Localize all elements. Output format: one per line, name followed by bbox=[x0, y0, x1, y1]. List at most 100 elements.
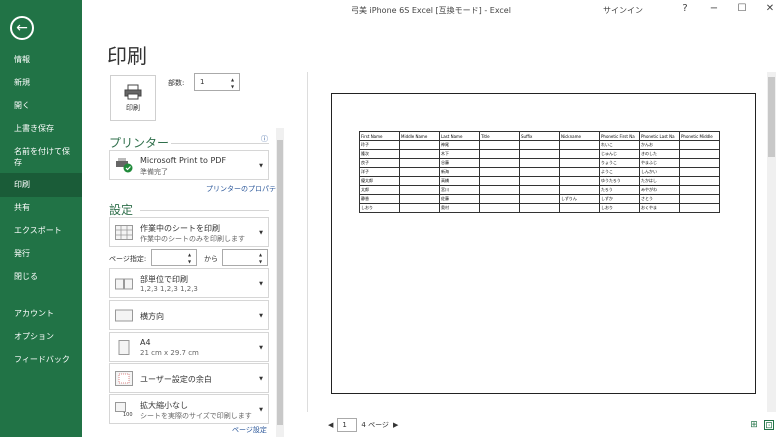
table-row: しおり 奥村 しおり おくやま bbox=[359, 203, 720, 213]
collate-sub: 1,2,3 1,2,3 1,2,3 bbox=[140, 285, 198, 293]
section-divider bbox=[140, 210, 269, 211]
paper-size-sub: 21 cm x 29.7 cm bbox=[140, 349, 199, 357]
copies-stepper[interactable]: 1 ▲ ▼ bbox=[194, 73, 240, 91]
help-button[interactable]: ? bbox=[677, 3, 693, 19]
restore-button[interactable]: ☐ bbox=[734, 3, 750, 19]
table-row: 良子 谷藤 りょうこ やまふじ bbox=[359, 158, 720, 168]
table-cell bbox=[479, 176, 520, 186]
table-cell: じゅんじ bbox=[599, 149, 640, 159]
table-cell bbox=[679, 158, 720, 168]
signin-link[interactable]: サインイン bbox=[603, 5, 643, 16]
table-cell: 木下 bbox=[439, 149, 480, 159]
table-cell: 佐藤 bbox=[439, 194, 480, 204]
table-cell bbox=[679, 194, 720, 204]
scaling-dropdown[interactable]: 100 拡大縮小なし シートを実際のサイズで印刷します ▼ bbox=[109, 394, 269, 424]
print-scope-dropdown[interactable]: 作業中のシートを印刷 作業中のシートのみを印刷します ▼ bbox=[109, 217, 269, 247]
spin-up-icon[interactable]: ▲ bbox=[188, 252, 194, 257]
nav-export[interactable]: エクスポート bbox=[0, 219, 82, 243]
settings-scrollbar[interactable] bbox=[276, 128, 284, 437]
next-page-icon[interactable]: ▶ bbox=[393, 421, 398, 429]
paper-size-dropdown[interactable]: A4 21 cm x 29.7 cm ▼ bbox=[109, 332, 269, 362]
table-cell: たろう bbox=[599, 185, 640, 195]
printer-properties-link[interactable]: プリンターのプロパティ bbox=[206, 184, 283, 194]
preview-scrollbar[interactable] bbox=[767, 72, 776, 412]
table-cell bbox=[519, 149, 560, 159]
page-number-input[interactable]: 1 bbox=[337, 418, 358, 432]
nav-info[interactable]: 情報 bbox=[0, 48, 82, 72]
table-cell bbox=[479, 167, 520, 177]
spin-down-icon[interactable]: ▼ bbox=[188, 259, 194, 264]
margins-dropdown[interactable]: ユーザー設定の余白 ▼ bbox=[109, 363, 269, 393]
table-cell bbox=[559, 185, 600, 195]
nav-publish[interactable]: 発行 bbox=[0, 242, 82, 266]
spin-down-icon[interactable]: ▼ bbox=[231, 84, 237, 89]
chevron-down-icon: ▼ bbox=[259, 230, 263, 236]
nav-close[interactable]: 閉じる bbox=[0, 265, 82, 289]
spin-up-icon[interactable]: ▲ bbox=[259, 252, 265, 257]
table-cell: しおり bbox=[359, 203, 400, 213]
print-button[interactable]: 印刷 bbox=[110, 75, 156, 121]
table-cell bbox=[679, 167, 720, 177]
table-cell bbox=[479, 194, 520, 204]
table-cell bbox=[479, 149, 520, 159]
table-cell: ゆうたろう bbox=[599, 176, 640, 186]
table-cell: 奥村 bbox=[439, 203, 480, 213]
print-scope-sub: 作業中のシートのみを印刷します bbox=[140, 235, 245, 243]
page-setup-link[interactable]: ページ設定 bbox=[232, 425, 267, 435]
pages-to-input[interactable]: ▲ ▼ bbox=[222, 249, 268, 266]
table-cell bbox=[479, 158, 520, 168]
spin-up-icon[interactable]: ▲ bbox=[231, 77, 237, 82]
nav-feedback[interactable]: フィードバック bbox=[0, 348, 82, 372]
table-cell: 静香 bbox=[359, 194, 400, 204]
table-cell bbox=[519, 203, 560, 213]
table-cell: さとう bbox=[639, 194, 680, 204]
pane-divider bbox=[307, 72, 308, 412]
header-cell: Phonetic Middle bbox=[679, 131, 720, 141]
landscape-page-icon bbox=[115, 309, 133, 322]
sheet-table: First Name Middle Name Last Name Title Suffi… bbox=[359, 131, 720, 213]
nav-open[interactable]: 開く bbox=[0, 94, 82, 118]
svg-text:100: 100 bbox=[123, 412, 133, 417]
table-row: 静香 佐藤 しずりん しずか さとう bbox=[359, 194, 720, 204]
table-cell: しずりん bbox=[559, 194, 600, 204]
nav-account[interactable]: アカウント bbox=[0, 302, 82, 326]
chevron-down-icon: ▼ bbox=[259, 163, 263, 169]
collate-dropdown[interactable]: 部単位で印刷 1,2,3 1,2,3 1,2,3 ▼ bbox=[109, 268, 269, 298]
table-cell: 太郎 bbox=[359, 185, 400, 195]
nav-save[interactable]: 上書き保存 bbox=[0, 117, 82, 141]
table-cell bbox=[559, 167, 600, 177]
sheet-header-row: First Name Middle Name Last Name Title Suffi… bbox=[359, 131, 720, 141]
table-cell bbox=[679, 140, 720, 150]
close-button[interactable]: ✕ bbox=[762, 3, 778, 19]
prev-page-icon[interactable]: ◀ bbox=[328, 421, 333, 429]
copies-label: 部数: bbox=[168, 79, 185, 87]
chevron-down-icon: ▼ bbox=[259, 407, 263, 413]
minimize-button[interactable]: − bbox=[706, 3, 722, 19]
nav-print[interactable]: 印刷 bbox=[0, 173, 82, 197]
table-cell: れいこ bbox=[599, 140, 640, 150]
chevron-down-icon: ▼ bbox=[259, 376, 263, 382]
orientation-dropdown[interactable]: 横方向 ▼ bbox=[109, 300, 269, 330]
table-row: 洋子 新海 ようこ しんかい bbox=[359, 167, 720, 177]
nav-save-as[interactable]: 名前を付けて保存 bbox=[0, 145, 70, 171]
copies-value: 1 bbox=[200, 78, 205, 86]
nav-new[interactable]: 新規 bbox=[0, 71, 82, 95]
table-cell: りょうこ bbox=[599, 158, 640, 168]
table-cell: 優太郎 bbox=[359, 176, 400, 186]
table-cell bbox=[519, 140, 560, 150]
zoom-to-page-icon[interactable]: ⊡ bbox=[764, 420, 774, 431]
header-cell: Phonetic Last Na bbox=[639, 131, 680, 141]
show-margins-icon[interactable]: ⊞ bbox=[749, 420, 759, 430]
printer-dropdown[interactable]: Microsoft Print to PDF 準備完了 ▼ bbox=[109, 150, 269, 180]
spin-down-icon[interactable]: ▼ bbox=[259, 259, 265, 264]
pages-from-input[interactable]: ▲ ▼ bbox=[151, 249, 197, 266]
scrollbar-thumb[interactable] bbox=[768, 77, 775, 157]
printer-icon bbox=[124, 84, 142, 99]
excel-print-backstage: ← 情報 新規 開く 上書き保存 名前を付けて保存 印刷 共有 エクスポート 発… bbox=[0, 0, 780, 437]
printer-status: 準備完了 bbox=[140, 168, 168, 176]
table-cell bbox=[519, 176, 560, 186]
nav-share[interactable]: 共有 bbox=[0, 196, 82, 220]
back-arrow-icon[interactable]: ← bbox=[10, 16, 34, 40]
nav-options[interactable]: オプション bbox=[0, 325, 82, 349]
scrollbar-thumb[interactable] bbox=[277, 140, 283, 425]
